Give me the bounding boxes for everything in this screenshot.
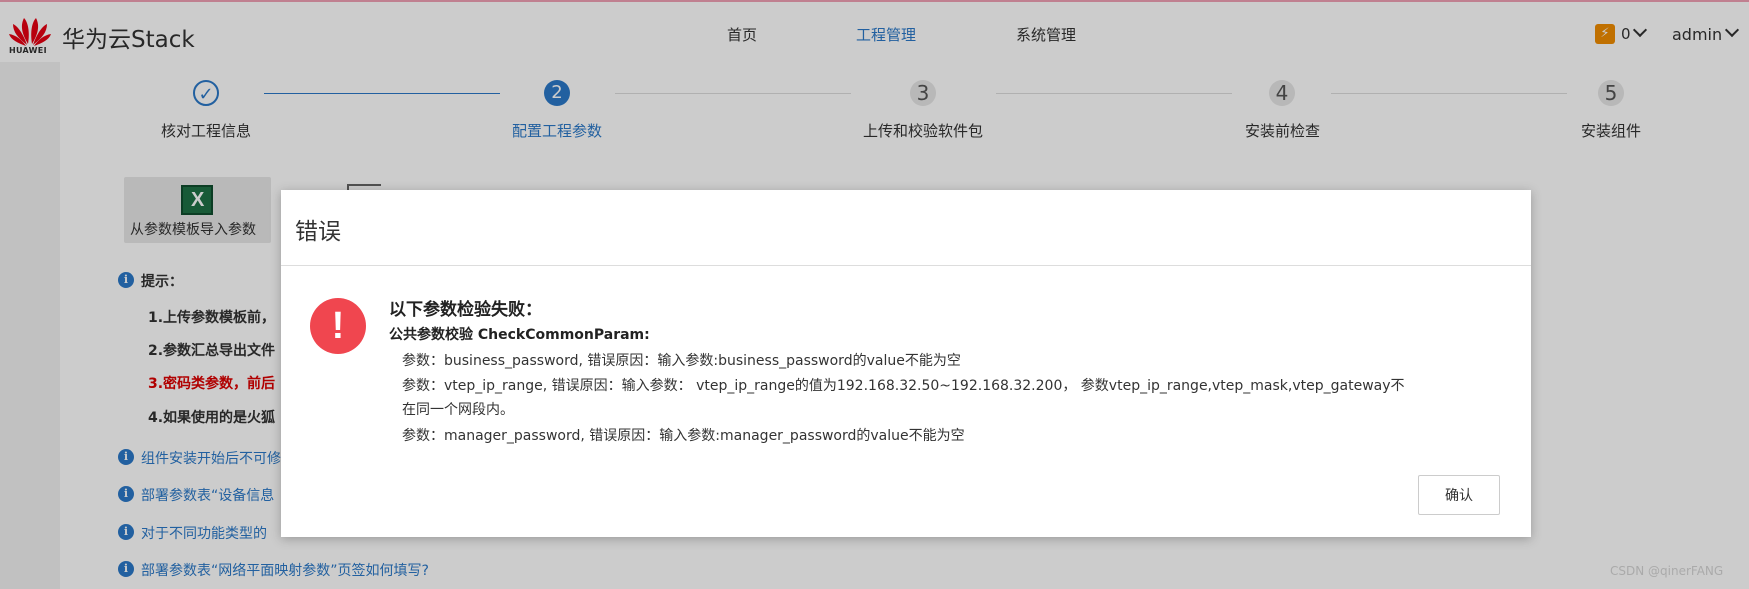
- error-subheading: 公共参数校验 CheckCommonParam:: [389, 327, 650, 343]
- error-line: 参数：manager_password, 错误原因：输入参数:manager_p…: [402, 428, 965, 444]
- watermark: CSDN @qinerFANG: [1610, 564, 1724, 578]
- dialog-title: 错误: [295, 219, 341, 245]
- error-line: 在同一个网段内。: [402, 402, 514, 418]
- error-dialog: 错误 ! 以下参数检验失败： 公共参数校验 CheckCommonParam: …: [281, 190, 1531, 537]
- error-line: 参数：business_password, 错误原因：输入参数:business…: [402, 353, 961, 369]
- error-icon: !: [310, 298, 366, 354]
- error-line: 参数：vtep_ip_range, 错误原因：输入参数： vtep_ip_ran…: [402, 378, 1405, 394]
- error-heading: 以下参数检验失败：: [389, 300, 542, 320]
- dialog-divider: [281, 265, 1531, 266]
- confirm-button[interactable]: 确认: [1418, 475, 1500, 515]
